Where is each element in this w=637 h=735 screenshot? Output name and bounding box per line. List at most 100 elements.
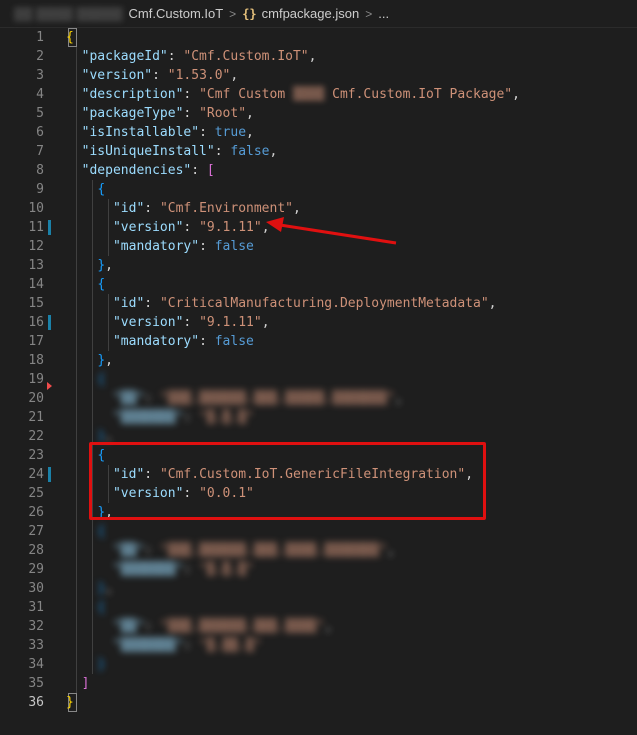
line-number: 21 — [28, 410, 44, 425]
code-line: "id": "Cmf.Environment", — [112, 201, 301, 216]
line-number: 15 — [28, 296, 44, 311]
code-line: "isUniqueInstall": false, — [81, 144, 278, 159]
json-key: "mandatory" — [112, 334, 200, 349]
line-number: 26 — [28, 505, 44, 520]
git-modified-marker[interactable] — [48, 315, 51, 330]
code-line-redacted: "▒▒": "▒▒▒.▒▒▒▒▒▒.▒▒▒.▒▒▒▒▒.▒▒▒▒▒▒▒", — [112, 391, 403, 406]
json-key: "isInstallable" — [81, 125, 200, 140]
line-number: 3 — [36, 68, 44, 83]
line-number: 18 — [28, 353, 44, 368]
line-number: 13 — [28, 258, 44, 273]
breadcrumb-file[interactable]: cmfpackage.json — [262, 6, 360, 21]
git-modified-marker[interactable] — [48, 220, 51, 235]
line-number: 23 — [28, 448, 44, 463]
line-number: 14 — [28, 277, 44, 292]
json-key: "▒▒▒▒▒▒▒" — [112, 562, 184, 577]
json-key: "▒▒" — [112, 543, 145, 558]
code-line-redacted: } — [97, 657, 106, 672]
line-number: 24 — [28, 467, 44, 482]
json-string: "Root" — [199, 106, 247, 121]
chevron-right-icon: > — [365, 6, 373, 21]
json-key: "▒▒▒▒▒▒▒" — [112, 410, 184, 425]
code-line: ] — [81, 676, 90, 691]
json-string: "9.1.11" — [199, 220, 262, 235]
json-key: "packageType" — [81, 106, 184, 121]
code-line-redacted: "▒▒": "▒▒▒.▒▒▒▒▒▒.▒▒▒.▒▒▒▒", — [112, 619, 333, 634]
breadcrumb-folder[interactable]: Cmf.Custom.IoT — [129, 6, 224, 21]
json-key: "id" — [112, 296, 145, 311]
line-number-gutter: 1 2 3 4 5 6 7 8 9 10 11 12 13 14 15 16 1… — [0, 28, 60, 735]
line-number: 2 — [36, 49, 44, 64]
line-number: 6 — [36, 125, 44, 140]
code-line-redacted: "▒▒▒▒▒▒▒": "▒.▒.▒" — [112, 562, 254, 577]
code-line: "version": "9.1.11", — [112, 315, 270, 330]
json-key: "version" — [81, 68, 153, 83]
chevron-right-icon: > — [229, 6, 237, 21]
json-string: "Cmf.Custom.IoT" — [183, 49, 309, 64]
json-key: "id" — [112, 201, 145, 216]
json-key: "version" — [112, 220, 184, 235]
json-string: "CriticalManufacturing.DeploymentMetadat… — [159, 296, 489, 311]
json-string: "Cmf Custom — [199, 87, 293, 102]
code-line: { — [66, 30, 74, 45]
json-string: "9.1.11" — [199, 315, 262, 330]
line-number: 8 — [36, 163, 44, 178]
json-boolean: false — [214, 239, 254, 254]
json-key: "dependencies" — [81, 163, 192, 178]
code-line: { — [97, 182, 106, 197]
line-number: 29 — [28, 562, 44, 577]
json-boolean: true — [214, 125, 247, 140]
code-line: "version": "9.1.11", — [112, 220, 270, 235]
line-number: 27 — [28, 524, 44, 539]
code-line: }, — [97, 353, 113, 368]
code-line-redacted: }, — [97, 581, 113, 596]
json-string: "▒.▒.▒" — [199, 562, 254, 577]
code-line: "isInstallable": true, — [81, 125, 254, 140]
code-editor[interactable]: 1 2 3 4 5 6 7 8 9 10 11 12 13 14 15 16 1… — [0, 28, 637, 735]
line-number: 9 — [36, 182, 44, 197]
line-number: 31 — [28, 600, 44, 615]
code-line-redacted: { — [97, 372, 106, 387]
code-line-redacted: "▒▒▒▒▒▒▒": "▒.▒.▒" — [112, 410, 254, 425]
line-number: 16 — [28, 315, 44, 330]
line-number: 32 — [28, 619, 44, 634]
line-number: 11 — [28, 220, 44, 235]
json-file-icon: {} — [242, 6, 257, 21]
git-deleted-marker[interactable] — [47, 382, 52, 390]
line-number: 12 — [28, 239, 44, 254]
line-number: 33 — [28, 638, 44, 653]
json-string: "▒.▒.▒" — [199, 410, 254, 425]
code-line: }, — [97, 258, 113, 273]
code-line-redacted: "▒▒": "▒▒▒.▒▒▒▒▒▒.▒▒▒.▒▒▒▒.▒▒▒▒▒▒▒", — [112, 543, 395, 558]
json-string: "▒.▒▒.▒" — [199, 638, 262, 653]
line-number: 34 — [28, 657, 44, 672]
line-number: 1 — [36, 30, 44, 45]
json-key: "mandatory" — [112, 239, 200, 254]
line-number: 22 — [28, 429, 44, 444]
json-boolean: false — [230, 144, 270, 159]
json-key: "isUniqueInstall" — [81, 144, 215, 159]
code-area[interactable]: { "packageId": "Cmf.Custom.IoT", "versio… — [66, 28, 637, 735]
line-number: 7 — [36, 144, 44, 159]
code-line: "mandatory": false — [112, 334, 254, 349]
highlight-annotation-box — [89, 442, 486, 520]
line-number: 25 — [28, 486, 44, 501]
json-key: "▒▒" — [112, 619, 145, 634]
line-number: 20 — [28, 391, 44, 406]
json-key: "▒▒" — [112, 391, 145, 406]
json-key: "description" — [81, 87, 184, 102]
code-line-redacted: { — [97, 600, 106, 615]
json-string: "▒▒▒.▒▒▒▒▒▒.▒▒▒.▒▒▒▒" — [159, 619, 325, 634]
json-boolean: false — [214, 334, 254, 349]
git-modified-marker[interactable] — [48, 467, 51, 482]
json-string: "▒▒▒.▒▒▒▒▒▒.▒▒▒.▒▒▒▒▒.▒▒▒▒▒▒▒" — [159, 391, 395, 406]
breadcrumb-root[interactable]: ▒▒ ▒▒▒▒ ▒▒▒▒▒ — [14, 6, 123, 21]
breadcrumb-more[interactable]: ... — [378, 6, 389, 21]
line-number: 5 — [36, 106, 44, 121]
line-number: 17 — [28, 334, 44, 349]
breadcrumb: ▒▒ ▒▒▒▒ ▒▒▒▒▒ Cmf.Custom.IoT > {} cmfpac… — [0, 0, 637, 28]
code-line: "mandatory": false — [112, 239, 254, 254]
json-string: Cmf.Custom.IoT Package" — [324, 87, 513, 102]
code-line: { — [97, 277, 106, 292]
line-number: 19 — [28, 372, 44, 387]
